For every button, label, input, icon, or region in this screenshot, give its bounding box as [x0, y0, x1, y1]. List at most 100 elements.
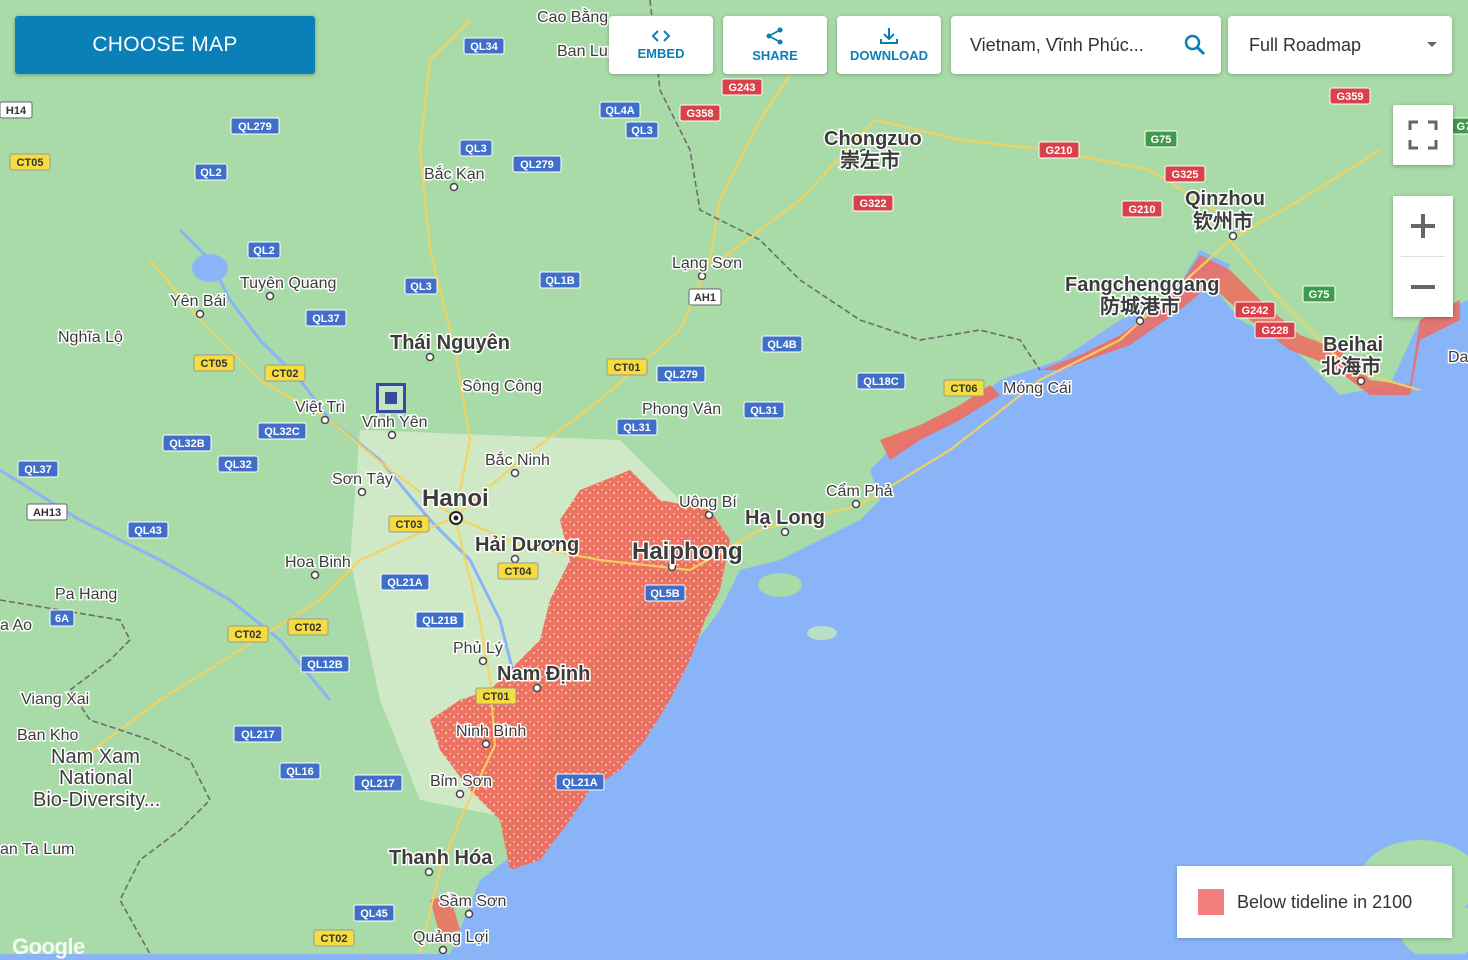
place-label: Yên Bái: [170, 293, 226, 310]
place-dot: [1356, 376, 1366, 386]
google-logo: Google: [12, 934, 85, 959]
road-shield: CT02: [264, 364, 306, 382]
place-dot: [697, 271, 707, 281]
road-shield-label: QL16: [286, 766, 314, 778]
zoom-out-button[interactable]: [1393, 257, 1453, 317]
road-shield-label: QL1B: [545, 275, 574, 287]
road-shield-label: AH13: [33, 507, 61, 519]
road-shield: QL3: [459, 139, 493, 157]
place-label: Sầm Sơn: [439, 893, 506, 910]
road-shield-label: QL37: [312, 313, 340, 325]
road-shield-label: CT01: [483, 691, 510, 703]
road-shield: QL32B: [162, 434, 212, 452]
road-shield: QL279: [656, 365, 706, 383]
place-label: 崇左市: [840, 148, 900, 172]
road-shield-label: QL12B: [307, 659, 343, 671]
road-shield-label: H14: [6, 105, 27, 117]
road-shield-label: QL34: [470, 41, 498, 53]
place-dot: [510, 468, 520, 478]
place-label: Beihai: [1323, 334, 1383, 356]
search-input[interactable]: [968, 33, 1172, 57]
road-shield-label: QL3: [631, 125, 652, 137]
road-shield: QL21B: [415, 611, 465, 629]
road-shield-label: QL5B: [650, 588, 679, 600]
chevron-down-icon: [1427, 42, 1437, 47]
road-shield-label: CT04: [505, 566, 533, 578]
place-label: Hạ Long: [745, 507, 825, 529]
road-shield-label: CT02: [295, 622, 322, 634]
place-dot: [438, 945, 448, 954]
road-shield: CT03: [388, 515, 430, 533]
island: [807, 626, 837, 640]
selected-location-marker[interactable]: [376, 383, 406, 413]
legend-label: Below tideline in 2100: [1237, 891, 1413, 912]
road-shield: G325: [1164, 165, 1206, 183]
road-shield-label: G210: [1129, 204, 1156, 216]
place-dot: [780, 527, 790, 537]
place-dot: [449, 182, 459, 192]
place-label: Chongzuo: [824, 128, 922, 150]
place-dot: [357, 487, 367, 497]
place-dot: [265, 291, 275, 301]
road-shield: QL2: [247, 241, 281, 259]
road-shield: QL31: [616, 418, 658, 436]
place-dot: [195, 309, 205, 319]
place-label: a Ao: [0, 617, 32, 634]
place-label: Ninh Bình: [456, 723, 526, 740]
road-shield: QL12B: [300, 655, 350, 673]
location-search[interactable]: [951, 16, 1221, 74]
zoom-in-button[interactable]: [1393, 196, 1453, 256]
place-dot: [320, 415, 330, 425]
map-canvas[interactable]: QL34 QL279 QL2 QL3 QL279 QL4A QL3 QL2 QL3 QL37 QL1…: [0, 0, 1468, 954]
download-button[interactable]: DOWNLOAD: [837, 16, 941, 74]
download-label: DOWNLOAD: [850, 48, 928, 63]
map-type-select[interactable]: Full Roadmap: [1228, 16, 1452, 74]
road-shield: QL32C: [257, 422, 307, 440]
road-shield-label: QL37: [24, 464, 52, 476]
place-label: Pa Hang: [55, 586, 117, 603]
place-label: Uông Bí: [679, 494, 737, 511]
place-label: Phong Vân: [642, 401, 721, 418]
road-shield-label: QL279: [520, 159, 554, 171]
place-label: Phủ Lý: [453, 640, 503, 657]
road-shield: QL217: [233, 725, 283, 743]
road-shield: QL21A: [555, 773, 605, 791]
choose-map-button[interactable]: CHOOSE MAP: [15, 16, 315, 74]
road-shield: QL217: [353, 774, 403, 792]
road-shield: G228: [1254, 321, 1296, 339]
road-shield-label: G243: [729, 82, 756, 94]
road-shield: QL31: [743, 401, 785, 419]
place-label: Dai: [1448, 349, 1468, 366]
embed-label: EMBED: [637, 46, 685, 61]
place-label: Thanh Hóa: [389, 847, 493, 869]
place-label: Thái Nguyên: [390, 332, 510, 354]
map-legend: Below tideline in 2100: [1177, 866, 1452, 938]
road-shield: CT05: [9, 153, 51, 171]
share-button[interactable]: SHARE: [723, 16, 827, 74]
road-shield: QL45: [353, 904, 395, 922]
road-shield-label: CT06: [951, 383, 978, 395]
search-icon[interactable]: [1183, 33, 1207, 57]
embed-button[interactable]: EMBED: [609, 16, 713, 74]
place-label: Tuyên Quang: [240, 275, 336, 292]
road-shield-label: QL2: [253, 245, 274, 257]
road-shield: G358: [679, 104, 721, 122]
place-label: Vĩnh Yên: [362, 414, 428, 431]
fullscreen-button[interactable]: [1393, 105, 1453, 165]
road-shield: CT01: [475, 687, 517, 705]
road-shield: QL4A: [599, 101, 641, 119]
place-label: Sông Công: [462, 378, 542, 395]
road-shield: QL16: [279, 762, 321, 780]
place-label: Nam Xam: [51, 746, 140, 768]
road-shield-label: QL21A: [562, 777, 598, 789]
road-shield-label: QL31: [623, 422, 651, 434]
road-shield-label: CT05: [17, 157, 44, 169]
road-shield: QL2: [194, 163, 228, 181]
road-shield: QL1B: [539, 271, 581, 289]
place-label: Ban Kho: [17, 727, 78, 744]
road-shield-label: G210: [1046, 145, 1073, 157]
place-label: Bắc Ninh: [485, 450, 550, 469]
road-shield: QL37: [305, 309, 347, 327]
place-dot: [455, 789, 465, 799]
place-label: Fangchenggang: [1065, 274, 1219, 296]
